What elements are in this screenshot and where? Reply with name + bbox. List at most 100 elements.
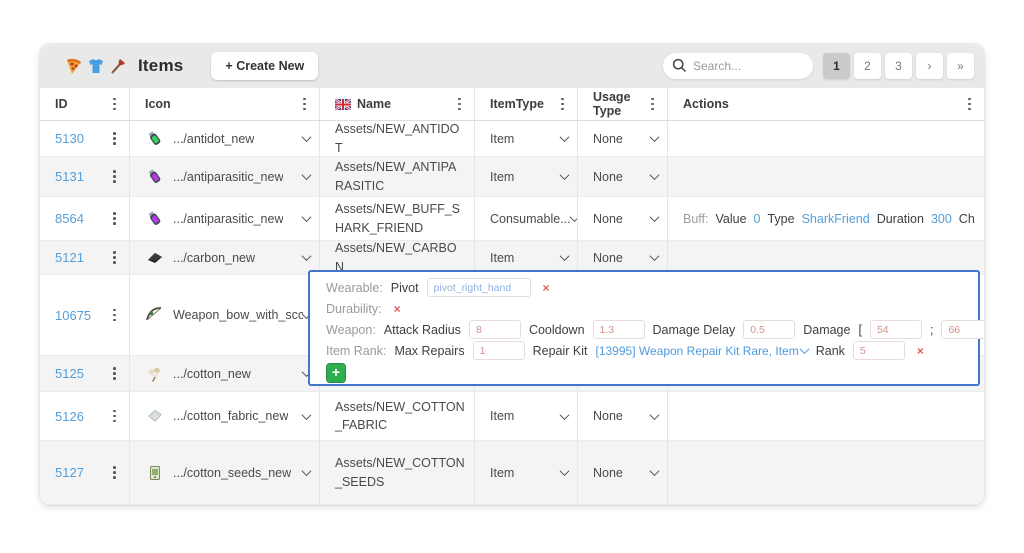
column-header-itemtype[interactable]: ItemType	[475, 88, 578, 120]
column-menu-icon[interactable]	[109, 166, 120, 187]
remove-icon[interactable]: ×	[917, 344, 924, 358]
chevron-down-icon[interactable]	[302, 132, 312, 142]
column-header-usage-type[interactable]: Usage Type	[578, 88, 668, 120]
row-id-link[interactable]: 5130	[55, 131, 84, 146]
page-button-1[interactable]: 1	[823, 53, 850, 79]
chevron-down-icon[interactable]	[650, 410, 660, 420]
column-menu-icon[interactable]	[109, 208, 120, 229]
column-menu-icon[interactable]	[109, 247, 120, 268]
row-id-link[interactable]: 5131	[55, 169, 84, 184]
name-value: Assets/NEW_BUFF_SHARK_FRIEND	[335, 197, 465, 240]
name-cell: Assets/NEW_COTTON_FABRIC	[320, 392, 475, 440]
damage-max-input[interactable]	[941, 320, 984, 339]
fabric-icon	[145, 407, 165, 425]
search-box	[663, 53, 813, 79]
buff-value-link[interactable]: 0	[754, 212, 761, 226]
column-menu-icon[interactable]	[964, 94, 975, 115]
panel-line: Wearable:Pivot×	[326, 277, 968, 298]
add-component-button[interactable]: +	[326, 363, 346, 383]
column-menu-icon[interactable]	[109, 462, 120, 483]
item-type-cell: Item	[475, 392, 578, 440]
chevron-down-icon[interactable]	[302, 170, 312, 180]
items-card: Items + Create New 123›» IDIconNameItemT…	[40, 44, 984, 505]
usage-type-cell: None	[578, 121, 668, 156]
column-header-icon[interactable]: Icon	[130, 88, 320, 120]
chevron-down-icon[interactable]	[650, 212, 660, 222]
table-header-row: ID IconNameItemTypeUsage TypeActions	[40, 88, 984, 121]
damage-delay-input[interactable]	[743, 320, 795, 339]
item-type-cell: Item	[475, 441, 578, 504]
column-menu-icon[interactable]	[647, 94, 658, 115]
buff-value-link[interactable]: 300	[931, 212, 952, 226]
table-row: 5127.../cotton_seeds_newAssets/NEW_COTTO…	[40, 441, 984, 505]
row-id-link[interactable]: 5121	[55, 250, 84, 265]
usage-type-value: None	[593, 132, 623, 146]
row-id-link[interactable]: 5127	[55, 465, 84, 480]
chevron-down-icon[interactable]	[560, 466, 570, 476]
buff-value-link[interactable]: SharkFriend	[802, 212, 870, 226]
column-menu-icon[interactable]	[557, 94, 568, 115]
id-cell: 5126	[40, 392, 130, 440]
item-type-value: Item	[490, 132, 514, 146]
row-id-link[interactable]: 10675	[55, 308, 91, 323]
page-button-2[interactable]: 2	[854, 53, 881, 79]
column-header-label: ID	[55, 97, 68, 111]
remove-icon[interactable]: ×	[543, 281, 550, 295]
chevron-down-icon[interactable]	[560, 170, 570, 180]
column-header-name[interactable]: Name	[320, 88, 475, 120]
column-header-actions[interactable]: Actions	[668, 88, 984, 120]
chevron-down-icon[interactable]	[650, 132, 660, 142]
chevron-down-icon[interactable]	[302, 212, 312, 222]
pivot-input[interactable]	[427, 278, 531, 297]
cooldown-input[interactable]	[593, 320, 645, 339]
column-menu-icon[interactable]	[109, 94, 120, 115]
rank-input[interactable]	[853, 341, 905, 360]
column-menu-icon[interactable]	[109, 406, 120, 427]
icon-cell: .../carbon_new	[130, 241, 320, 274]
column-menu-icon[interactable]	[454, 94, 465, 115]
chevron-down-icon[interactable]	[560, 410, 570, 420]
column-menu-icon[interactable]	[109, 305, 120, 326]
chevron-down-icon[interactable]	[302, 410, 312, 420]
field-label: Damage	[803, 323, 850, 337]
usage-type-value: None	[593, 409, 623, 423]
column-header-id[interactable]: ID	[40, 88, 130, 120]
chevron-down-icon[interactable]	[302, 251, 312, 261]
max-repairs-input[interactable]	[473, 341, 525, 360]
chevron-down-icon[interactable]	[560, 251, 570, 261]
id-cell: 5121	[40, 241, 130, 274]
chevron-down-icon[interactable]	[560, 132, 570, 142]
chevron-down-icon[interactable]	[650, 170, 660, 180]
field-label: Rank	[816, 344, 845, 358]
pagination: 123›»	[823, 53, 974, 79]
attack-radius-input[interactable]	[469, 320, 521, 339]
icon-path-label: .../cotton_fabric_new	[173, 409, 288, 423]
last-page-button[interactable]: »	[947, 53, 974, 79]
item-type-cell: Consumable...	[475, 197, 578, 240]
component-label: Wearable:	[326, 281, 383, 295]
buff-label: Value	[715, 212, 746, 226]
chevron-down-icon[interactable]	[302, 466, 312, 476]
remove-icon[interactable]: ×	[394, 302, 401, 316]
page-button-3[interactable]: 3	[885, 53, 912, 79]
chevron-down-icon[interactable]	[650, 251, 660, 261]
column-menu-icon[interactable]	[109, 128, 120, 149]
column-menu-icon[interactable]	[299, 94, 310, 115]
icon-path-label: .../carbon_new	[173, 251, 255, 265]
damage-min-input[interactable]	[870, 320, 922, 339]
usage-type-cell: None	[578, 441, 668, 504]
bow-icon	[145, 305, 165, 325]
chevron-down-icon[interactable]	[799, 344, 809, 354]
buff-label: Buff:	[683, 212, 708, 226]
column-menu-icon[interactable]	[109, 363, 120, 384]
chevron-down-icon[interactable]	[650, 466, 660, 476]
create-new-button[interactable]: + Create New	[211, 52, 318, 80]
row-id-link[interactable]: 8564	[55, 211, 84, 226]
icon-path-label: Weapon_bow_with_scope	[173, 308, 303, 322]
row-id-link[interactable]: 5126	[55, 409, 84, 424]
field-label: ;	[930, 323, 933, 337]
row-id-link[interactable]: 5125	[55, 366, 84, 381]
item-type-value: Consumable...	[490, 212, 571, 226]
next-page-button[interactable]: ›	[916, 53, 943, 79]
repair-kit-link[interactable]: [13995] Weapon Repair Kit Rare, Item	[596, 344, 808, 358]
